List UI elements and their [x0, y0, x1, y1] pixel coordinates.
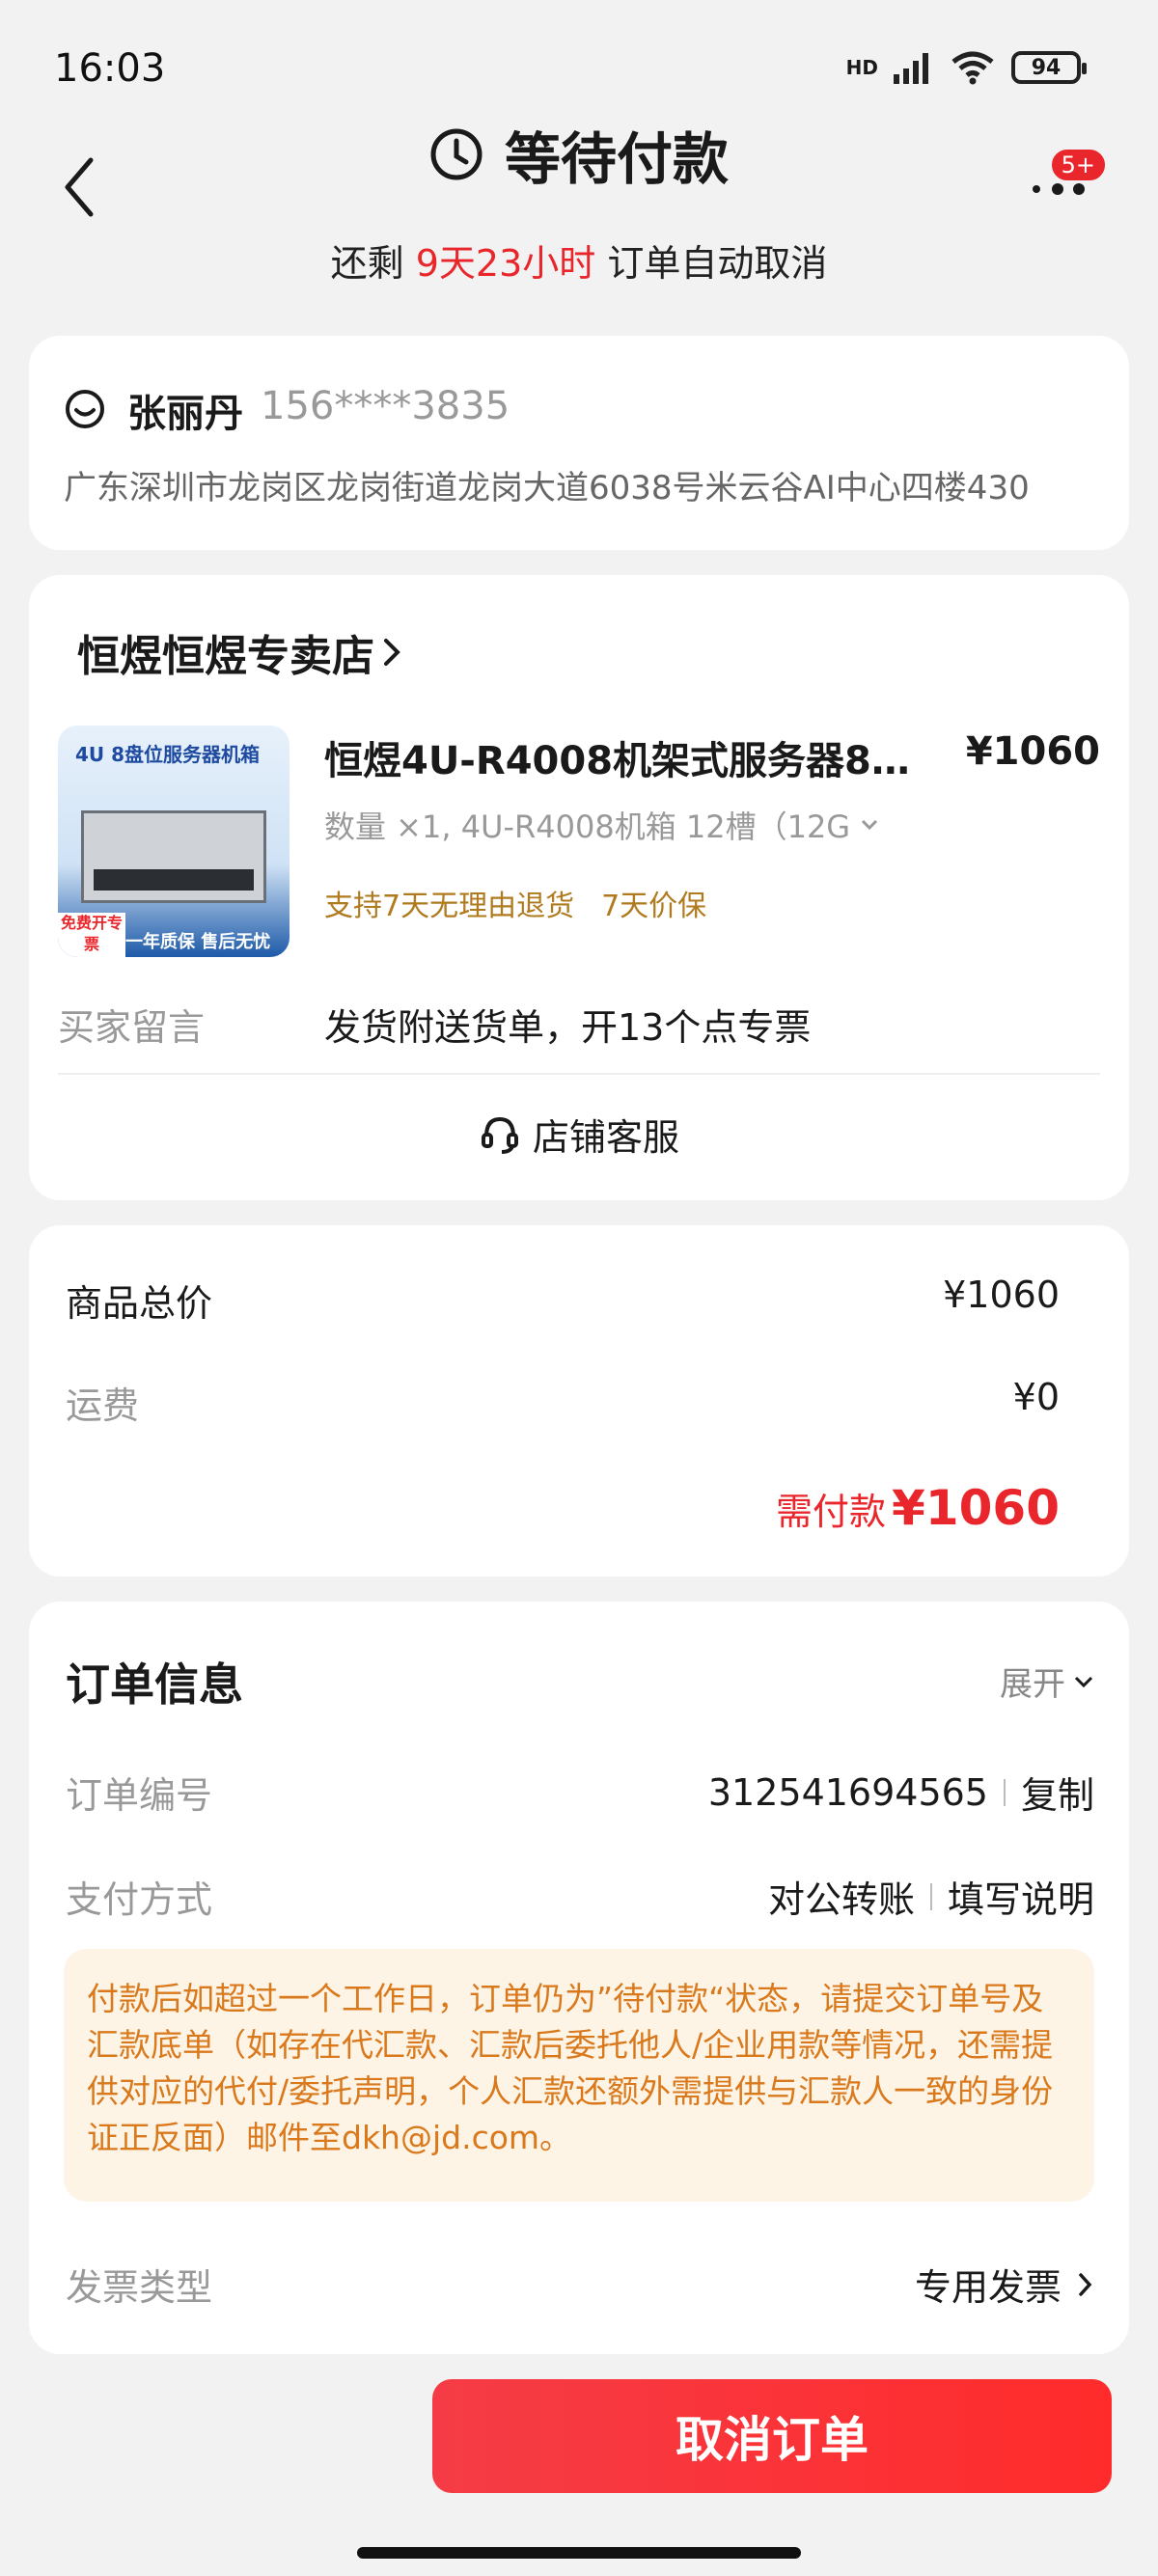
product-image-title: 4U 8盘位服务器机箱 [75, 743, 261, 766]
amount-due-value: ¥1060 [892, 1480, 1060, 1536]
fill-instructions-link[interactable]: 填写说明 [948, 1870, 1094, 1923]
product-image-free-label: 免费开专票 [58, 913, 125, 957]
amount-due: 需付款 ¥1060 [776, 1480, 1060, 1536]
payment-method-row: 支付方式 对公转账 填写说明 [66, 1870, 1094, 1923]
copy-button[interactable]: 复制 [1021, 1766, 1094, 1819]
shop-name: 恒煜恒煜专卖店 [77, 632, 374, 681]
order-info-title: 订单信息 [66, 1658, 243, 1711]
order-info-card: 订单信息 展开 订单编号 312541694565 复制 支付方式 对公转账 填… [29, 1602, 1129, 2354]
payment-method-value-wrap: 对公转账 填写说明 [768, 1870, 1094, 1923]
page-title: 等待付款 [504, 126, 729, 192]
order-number-label: 订单编号 [66, 1774, 213, 1817]
invoice-label: 发票类型 [66, 2266, 213, 2309]
order-number: 312541694565 [707, 1770, 988, 1814]
subtotal-row: 商品总价 ¥1060 [66, 1274, 1060, 1327]
shipping-row: 运费 ¥0 [66, 1376, 1060, 1429]
product-image[interactable]: 4U 8盘位服务器机箱 免费开专票 一年质保 售后无忧 [58, 726, 290, 957]
message-badge: 5+ [1048, 147, 1108, 183]
product-spec-text: 数量 ×1, 4U-R4008机箱 12槽（12G [324, 808, 851, 845]
product-title[interactable]: 恒煜4U-R4008机架式服务器8盘位热插拔存储服务器机箱 [324, 729, 942, 785]
bottom-action-bar: 取消订单 [0, 2354, 1158, 2576]
invoice-value-wrap: 专用发票 [915, 2258, 1094, 2311]
clock-icon [430, 128, 482, 180]
price-card: 商品总价 ¥1060 运费 ¥0 需付款 ¥1060 [29, 1225, 1129, 1576]
customer-service-button[interactable]: 店铺客服 [29, 1108, 1129, 1161]
subtotal-value: ¥1060 [943, 1274, 1060, 1316]
countdown-prefix: 还剩 [330, 242, 416, 285]
countdown: 还剩 9天23小时 订单自动取消 [0, 233, 1158, 287]
chevron-right-icon [384, 639, 400, 666]
shipping-value: ¥0 [1012, 1376, 1060, 1418]
product-price: ¥1060 [965, 729, 1100, 774]
product-tags: 支持7天无理由退货 7天价保 [324, 882, 706, 924]
buyer-message-label: 买家留言 [58, 1006, 206, 1049]
separator [1003, 1778, 1006, 1806]
divider [58, 1073, 1100, 1075]
chevron-down-icon [862, 819, 878, 831]
expand-button[interactable]: 展开 [1000, 1658, 1094, 1705]
payment-notice: 付款后如超过一个工作日，订单仍为”待付款“状态，请提交订单号及汇款底单（如存在代… [64, 1949, 1094, 2202]
battery-icon: 94 [1011, 51, 1087, 84]
recipient-phone: 156****3835 [261, 384, 510, 428]
headset-icon [481, 1116, 518, 1154]
title-wrap: 等待付款 [0, 114, 1158, 195]
chevron-down-icon [1074, 1676, 1093, 1687]
product-image-banner: 一年质保 售后无忧 [125, 932, 271, 952]
countdown-suffix: 订单自动取消 [595, 242, 828, 285]
cancel-order-button[interactable]: 取消订单 [432, 2379, 1112, 2493]
shop-link[interactable]: 恒煜恒煜专卖店 [77, 621, 403, 683]
product-tag: 支持7天无理由退货 [324, 890, 575, 923]
amount-due-label: 需付款 [776, 1491, 887, 1533]
recipient-name: 张丽丹 [127, 392, 243, 436]
invoice-row[interactable]: 发票类型 专用发票 [66, 2258, 1094, 2311]
countdown-time: 9天23小时 [415, 242, 596, 285]
header: 等待付款 5+ 还剩 9天23小时 订单自动取消 [0, 106, 1158, 328]
home-indicator [357, 2547, 801, 2559]
signal-icon [894, 53, 928, 84]
battery-level: 94 [1031, 55, 1062, 80]
address-card[interactable]: 张丽丹 156****3835 广东深圳市龙岗区龙岗街道龙岗大道6038号米云谷… [29, 336, 1129, 550]
network-label: HD [845, 56, 878, 79]
chevron-right-icon [1079, 2272, 1092, 2296]
more-button[interactable]: 5+ [1031, 147, 1108, 216]
payment-method-label: 支付方式 [66, 1878, 213, 1921]
product-spec[interactable]: 数量 ×1, 4U-R4008机箱 12槽（12G [324, 803, 879, 847]
subtotal-label: 商品总价 [66, 1282, 213, 1325]
address-detail: 广东深圳市龙岗区龙岗街道龙岗大道6038号米云谷AI中心四楼430 [64, 469, 1030, 507]
shipping-label: 运费 [66, 1384, 140, 1427]
wifi-icon [951, 51, 994, 85]
server-chassis-graphic [81, 810, 266, 903]
expand-label: 展开 [1000, 1665, 1065, 1704]
separator [929, 1882, 932, 1910]
location-icon [66, 390, 104, 428]
status-time: 16:03 [54, 46, 166, 91]
order-number-row: 订单编号 312541694565 复制 [66, 1766, 1094, 1819]
buyer-message-value: 发货附送货单，开13个点专票 [324, 1006, 812, 1049]
status-icons: HD 94 [845, 50, 1087, 85]
order-number-value-wrap: 312541694565 复制 [708, 1766, 1094, 1819]
payment-method: 对公转账 [767, 1878, 915, 1921]
shop-card: 恒煜恒煜专卖店 4U 8盘位服务器机箱 免费开专票 一年质保 售后无忧 恒煜4U… [29, 575, 1129, 1200]
customer-service-label: 店铺客服 [532, 1116, 679, 1159]
invoice-value: 专用发票 [914, 2266, 1062, 2309]
product-tag: 7天价保 [601, 890, 707, 923]
